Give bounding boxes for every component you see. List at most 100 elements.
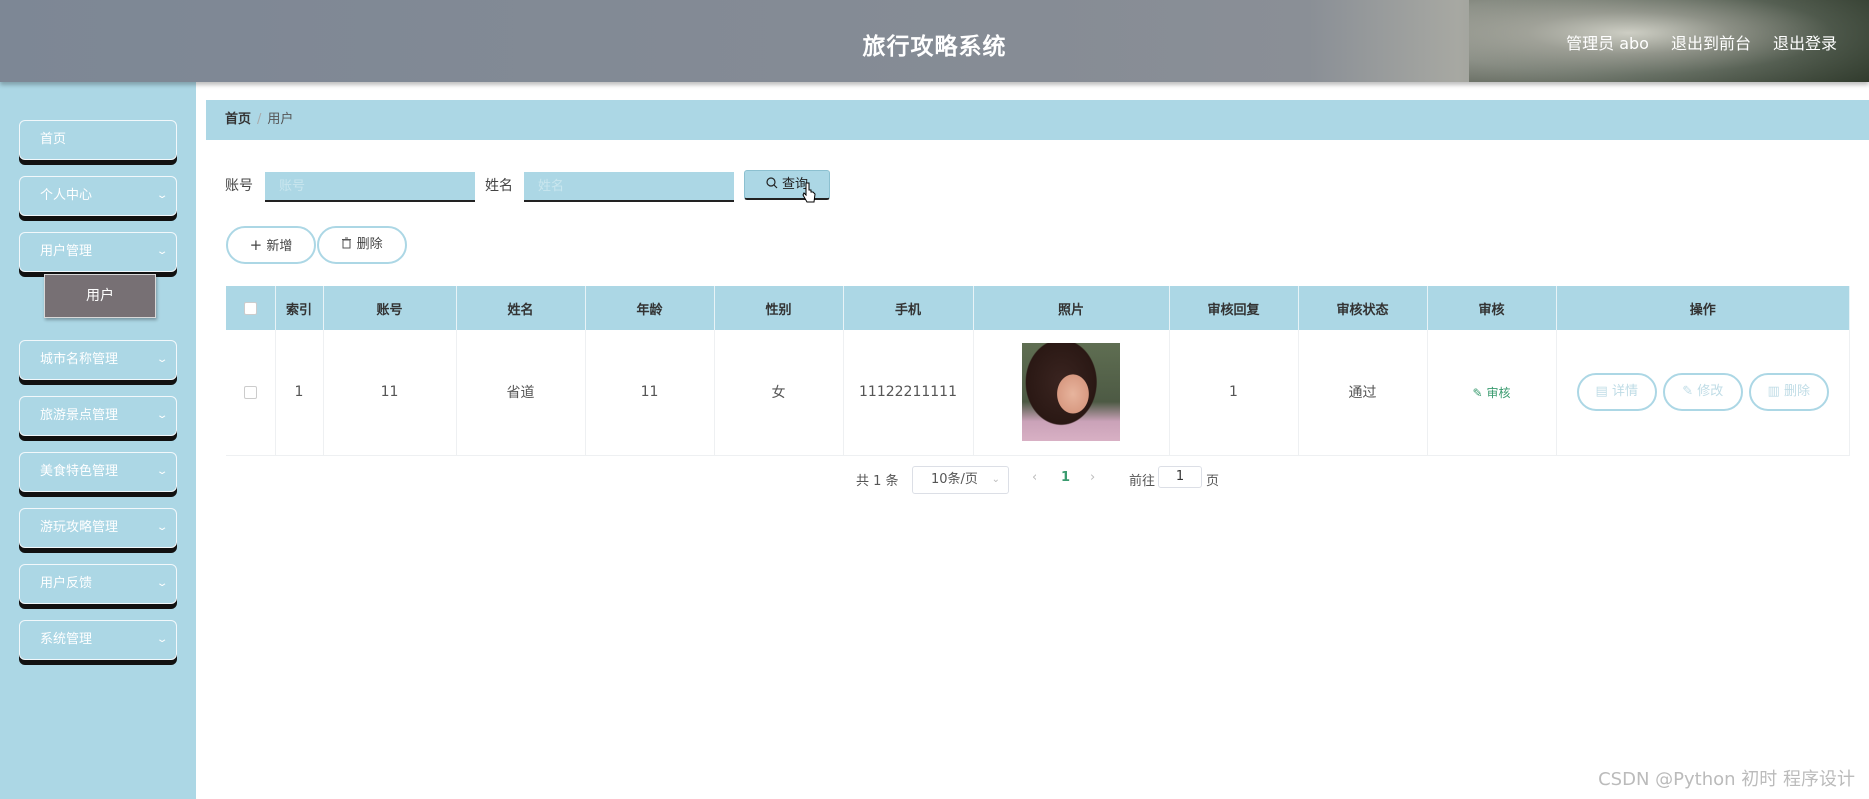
exit-to-front-link[interactable]: 退出到前台 bbox=[1671, 30, 1751, 54]
sidebar-item-guide-management[interactable]: 游玩攻略管理 ⌄ bbox=[19, 508, 177, 548]
cell-name: 省道 bbox=[456, 330, 586, 456]
cell-account: 11 bbox=[323, 330, 457, 456]
sidebar-item-label: 游玩攻略管理 bbox=[40, 520, 119, 535]
name-label: 姓名 bbox=[485, 178, 513, 194]
sidebar-item-food-management[interactable]: 美食特色管理 ⌄ bbox=[19, 452, 177, 492]
breadcrumb: 首页 / 用户 bbox=[206, 100, 1869, 140]
sidebar-item-label: 个人中心 bbox=[40, 188, 93, 203]
account-search-input[interactable] bbox=[265, 172, 475, 202]
table-row: 1 11 省道 11 女 11122211111 1 通过 ✎ 审核 ▤ 详情 ✎… bbox=[226, 330, 1850, 456]
page-suffix: 页 bbox=[1206, 474, 1220, 489]
watermark: CSDN @Python 初时 程序设计 bbox=[1598, 769, 1855, 790]
chevron-down-icon: ⌄ bbox=[155, 634, 169, 645]
column-header: 审核 bbox=[1427, 286, 1557, 330]
cell-gender: 女 bbox=[714, 330, 844, 456]
column-header: 年龄 bbox=[585, 286, 715, 330]
breadcrumb-home[interactable]: 首页 bbox=[225, 112, 251, 127]
user-table: 索引 账号 姓名 年龄 性别 手机 照片 审核回复 审核状态 审核 操作 1 1… bbox=[226, 286, 1850, 456]
column-header: 操作 bbox=[1556, 286, 1850, 330]
row-select-cell bbox=[226, 330, 276, 456]
admin-label: 管理员 abo bbox=[1566, 34, 1649, 53]
next-page-icon[interactable]: › bbox=[1090, 470, 1095, 485]
sidebar-item-user-management[interactable]: 用户管理 ⌄ bbox=[19, 232, 177, 272]
edit-button-label: 修改 bbox=[1697, 384, 1724, 400]
audit-link-label: 审核 bbox=[1486, 385, 1511, 400]
goto-page-input[interactable]: 1 bbox=[1158, 466, 1202, 488]
column-header: 账号 bbox=[323, 286, 457, 330]
sidebar-item-feedback[interactable]: 用户反馈 ⌄ bbox=[19, 564, 177, 604]
column-header: 照片 bbox=[973, 286, 1170, 330]
cell-operations: ▤ 详情 ✎ 修改 ▥ 删除 bbox=[1556, 330, 1850, 456]
cell-audit: ✎ 审核 bbox=[1427, 330, 1557, 456]
cell-audit-status: 通过 bbox=[1298, 330, 1428, 456]
edit-button[interactable]: ✎ 修改 bbox=[1662, 373, 1743, 412]
chevron-down-icon: ⌄ bbox=[155, 522, 169, 533]
cell-age: 11 bbox=[585, 330, 715, 456]
chevron-down-icon: ⌄ bbox=[155, 246, 169, 257]
delete-button[interactable]: 删除 bbox=[317, 226, 407, 264]
add-button[interactable]: + 新增 bbox=[226, 226, 316, 264]
sidebar-item-label: 城市名称管理 bbox=[40, 352, 119, 367]
sidebar-item-city-management[interactable]: 城市名称管理 ⌄ bbox=[19, 340, 177, 380]
cell-phone: 11122211111 bbox=[843, 330, 974, 456]
column-header: 姓名 bbox=[456, 286, 586, 330]
edit-icon: ✎ bbox=[1682, 384, 1694, 400]
chevron-down-icon: ⌄ bbox=[991, 474, 1000, 485]
detail-button[interactable]: ▤ 详情 bbox=[1576, 373, 1657, 412]
remove-button-label: 删除 bbox=[1783, 384, 1810, 400]
sidebar-item-label: 系统管理 bbox=[40, 632, 93, 647]
page-size-value: 10条/页 bbox=[931, 472, 978, 487]
header-select-all[interactable] bbox=[226, 286, 276, 330]
logout-link[interactable]: 退出登录 bbox=[1773, 30, 1837, 54]
sidebar-item-attraction-management[interactable]: 旅游景点管理 ⌄ bbox=[19, 396, 177, 436]
sidebar-item-label: 用户反馈 bbox=[40, 576, 93, 591]
goto-label: 前往 bbox=[1129, 474, 1156, 489]
user-photo[interactable] bbox=[1022, 343, 1120, 442]
cell-photo bbox=[973, 330, 1170, 456]
sidebar-item-label: 用户管理 bbox=[40, 244, 93, 259]
sidebar-item-system-management[interactable]: 系统管理 ⌄ bbox=[19, 620, 177, 660]
page-number-current[interactable]: 1 bbox=[1061, 470, 1070, 485]
cell-index: 1 bbox=[275, 330, 324, 456]
prev-page-icon[interactable]: ‹ bbox=[1032, 470, 1037, 485]
column-header: 性别 bbox=[714, 286, 844, 330]
chevron-down-icon: ⌄ bbox=[155, 466, 169, 477]
row-checkbox[interactable] bbox=[243, 385, 257, 399]
trash-icon bbox=[342, 237, 352, 249]
cell-audit-reply: 1 bbox=[1169, 330, 1299, 456]
query-button[interactable]: 查询 bbox=[744, 170, 830, 200]
plus-icon: + bbox=[249, 236, 263, 254]
column-header: 手机 bbox=[843, 286, 974, 330]
account-label: 账号 bbox=[225, 178, 253, 194]
chevron-down-icon: ⌄ bbox=[155, 190, 169, 201]
sidebar-item-personal-center[interactable]: 个人中心 ⌄ bbox=[19, 176, 177, 216]
sidebar-item-label: 美食特色管理 bbox=[40, 464, 119, 479]
mouse-cursor-icon bbox=[802, 182, 816, 203]
remove-button[interactable]: ▥ 删除 bbox=[1748, 373, 1829, 412]
chevron-down-icon: ⌄ bbox=[155, 410, 169, 421]
page-size-select[interactable]: 10条/页 ⌄ bbox=[912, 466, 1009, 494]
document-icon: ▤ bbox=[1595, 384, 1608, 400]
edit-icon: ✎ bbox=[1472, 385, 1483, 400]
top-header: 旅行攻略系统 管理员 abo 退出到前台 退出登录 bbox=[0, 0, 1869, 82]
breadcrumb-current: 用户 bbox=[267, 112, 294, 127]
column-header: 审核状态 bbox=[1298, 286, 1428, 330]
add-button-label: 新增 bbox=[266, 239, 293, 254]
sidebar-subitem-users[interactable]: 用户 bbox=[44, 274, 156, 318]
sidebar-item-home[interactable]: 首页 bbox=[19, 120, 177, 160]
chevron-down-icon: ⌄ bbox=[155, 578, 169, 589]
name-search-input[interactable] bbox=[524, 172, 734, 202]
column-header: 审核回复 bbox=[1169, 286, 1299, 330]
audit-link[interactable]: ✎ 审核 bbox=[1473, 386, 1511, 400]
table-header-row: 索引 账号 姓名 年龄 性别 手机 照片 审核回复 审核状态 审核 操作 bbox=[226, 286, 1850, 330]
sidebar-item-label: 旅游景点管理 bbox=[40, 408, 119, 423]
column-header: 索引 bbox=[275, 286, 324, 330]
sidebar-item-label: 首页 bbox=[40, 132, 67, 147]
pagination-total: 共 1 条 bbox=[856, 474, 899, 489]
search-icon bbox=[766, 177, 778, 189]
select-all-checkbox[interactable] bbox=[243, 301, 257, 315]
trash-icon: ▥ bbox=[1767, 384, 1780, 400]
detail-button-label: 详情 bbox=[1611, 384, 1638, 400]
delete-button-label: 删除 bbox=[356, 237, 383, 252]
chevron-down-icon: ⌄ bbox=[155, 354, 169, 365]
